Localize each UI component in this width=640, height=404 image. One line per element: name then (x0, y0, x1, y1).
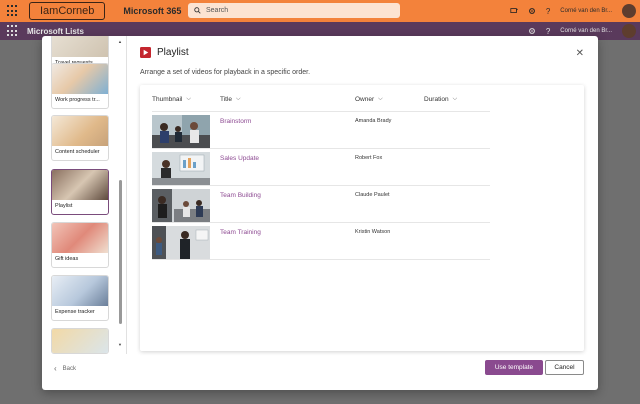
video-thumbnail (152, 115, 210, 148)
row-owner: Amanda Brady (355, 118, 392, 124)
template-card-label: Content scheduler (55, 149, 100, 155)
table-row[interactable]: Team Training Kristin Watson (152, 223, 490, 260)
suite-bar: IamCorneb Microsoft 365 Search ? Corné v… (0, 0, 640, 22)
back-label: Back (62, 365, 77, 372)
app-launcher-icon[interactable] (7, 5, 19, 17)
chevron-down-icon: ⌵ (378, 96, 383, 102)
avatar[interactable] (622, 4, 636, 18)
row-owner: Robert Fox (355, 155, 383, 161)
template-dialog: Travel requests Work progress tr... Cont… (42, 36, 598, 390)
brand-logo[interactable]: IamCorneb (29, 2, 106, 20)
template-card-work-progress[interactable]: Work progress tr... (51, 63, 109, 109)
column-header-owner[interactable]: Owner ⌵ (355, 96, 383, 103)
column-label: Owner (355, 96, 375, 103)
chevron-down-icon: ⌵ (236, 96, 241, 102)
video-thumbnail (152, 189, 210, 222)
playlist-icon (140, 47, 151, 58)
table-row[interactable]: Sales Update Robert Fox (152, 149, 490, 186)
suite-actions: ? Corné van den Br... (510, 0, 640, 22)
column-label: Title (220, 96, 233, 103)
column-header-thumbnail[interactable]: Thumbnail ⌵ (152, 96, 191, 103)
back-button[interactable]: ‹ Back (54, 364, 76, 373)
chevron-down-icon: ⌵ (186, 96, 191, 102)
column-header-title[interactable]: Title ⌵ (220, 96, 241, 103)
template-card-playlist[interactable]: Playlist (51, 169, 109, 215)
search-input[interactable]: Search (188, 3, 400, 18)
row-title[interactable]: Sales Update (220, 155, 259, 162)
template-card-expense-tracker[interactable]: Expense tracker (51, 275, 109, 321)
dialog-description: Arrange a set of videos for playback in … (140, 69, 311, 76)
template-card-label: Gift ideas (55, 256, 79, 262)
feedback-icon[interactable] (510, 7, 518, 15)
column-label: Duration (424, 96, 449, 103)
dialog-header: Playlist (140, 47, 189, 58)
row-owner: Claude Paulet (355, 192, 390, 198)
app-title[interactable]: Microsoft Lists (27, 27, 84, 36)
video-thumbnail (152, 152, 210, 185)
template-card-partial[interactable] (51, 328, 109, 354)
dialog-title: Playlist (157, 47, 189, 58)
search-icon (194, 7, 201, 14)
template-card-gift-ideas[interactable]: Gift ideas (51, 222, 109, 268)
list-preview: Thumbnail ⌵ Title ⌵ Owner ⌵ Duration ⌵ Brain… (140, 85, 584, 351)
table-row[interactable]: Team Building Claude Paulet (152, 186, 490, 223)
product-name[interactable]: Microsoft 365 (123, 6, 181, 16)
search-placeholder: Search (206, 7, 229, 14)
row-title[interactable]: Brainstorm (220, 118, 251, 125)
column-header-duration[interactable]: Duration ⌵ (424, 96, 457, 103)
template-sidebar: Travel requests Work progress tr... Cont… (42, 36, 126, 354)
help-icon[interactable]: ? (546, 7, 550, 16)
template-card-content-scheduler[interactable]: Content scheduler (51, 115, 109, 161)
sidebar-scrollbar[interactable] (119, 180, 122, 324)
template-card-label: Expense tracker (55, 309, 95, 315)
close-icon[interactable]: ✕ (576, 48, 584, 59)
chevron-left-icon: ‹ (54, 364, 57, 373)
video-thumbnail (152, 226, 210, 259)
column-label: Thumbnail (152, 96, 183, 103)
use-template-button[interactable]: Use template (485, 360, 543, 375)
cancel-button[interactable]: Cancel (545, 360, 584, 375)
help-icon[interactable]: ? (546, 27, 550, 36)
gear-icon[interactable] (528, 27, 536, 35)
scroll-down-icon[interactable]: ▼ (118, 342, 122, 347)
template-card-label: Work progress tr... (55, 97, 100, 103)
user-name[interactable]: Corné van den Br... (560, 8, 612, 14)
template-preview: Playlist ✕ Arrange a set of videos for p… (140, 36, 598, 354)
user-name[interactable]: Corné van den Br... (560, 28, 612, 34)
chevron-down-icon: ⌵ (452, 96, 458, 102)
row-title[interactable]: Team Building (220, 192, 261, 199)
divider (126, 36, 127, 354)
table-row[interactable]: Brainstorm Amanda Brady (152, 112, 490, 149)
row-title[interactable]: Team Training (220, 229, 261, 236)
row-owner: Kristin Watson (355, 229, 391, 235)
scroll-up-icon[interactable]: ▲ (118, 39, 122, 44)
template-card-label: Playlist (55, 203, 73, 209)
gear-icon[interactable] (528, 7, 536, 15)
avatar[interactable] (622, 24, 636, 38)
app-launcher-icon[interactable] (7, 25, 19, 37)
